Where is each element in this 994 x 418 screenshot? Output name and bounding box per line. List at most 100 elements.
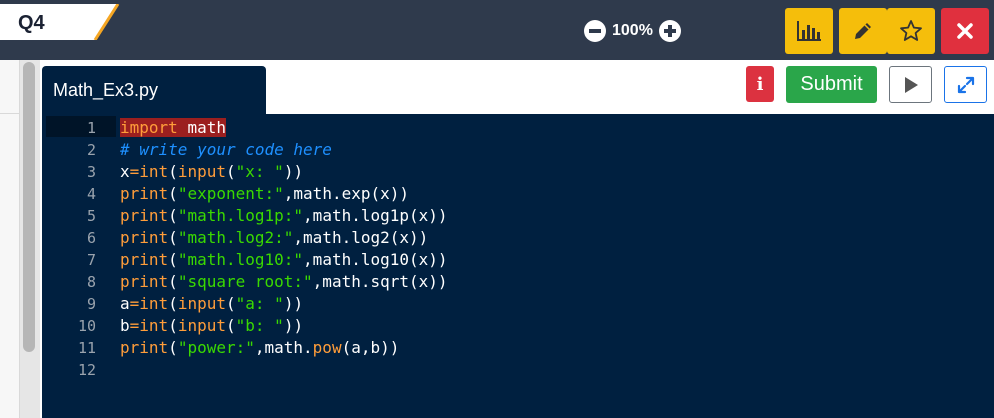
code-line[interactable]: print("math.log1p:",math.log1p(x)): [120, 205, 448, 227]
bar-chart-icon: [797, 21, 821, 41]
code-token: "math.log1p:": [177, 206, 304, 225]
minus-icon: [589, 29, 601, 33]
line-number: 6: [86, 229, 96, 247]
code-token: =: [129, 294, 140, 313]
pencil-icon: [855, 23, 871, 39]
code-token: input: [177, 162, 226, 181]
code-token: (: [168, 250, 178, 269]
code-token: print: [120, 272, 169, 291]
line-number: 11: [77, 339, 96, 357]
code-token: ,math.log10(x)): [303, 250, 448, 269]
line-gutter: 1 2 3 4 5 6 7 8 9 10 11 12: [42, 114, 116, 418]
code-editor[interactable]: 1 2 3 4 5 6 7 8 9 10 11 12 import math # write your …: [42, 114, 994, 418]
file-name: Math_Ex3.py: [53, 80, 159, 100]
code-line[interactable]: print("exponent:",math.exp(x)): [120, 183, 448, 205]
code-line[interactable]: print("power:",math.pow(a,b)): [120, 337, 448, 359]
code-token: )): [283, 162, 304, 181]
code-token: print: [120, 184, 169, 203]
code-token: int: [139, 316, 169, 335]
scrollbar-thumb[interactable]: [23, 62, 35, 352]
code-token: x: [120, 162, 130, 181]
code-token: a: [120, 294, 130, 313]
code-token: pow: [312, 338, 342, 357]
code-line[interactable]: a=int(input("a: ")): [120, 293, 448, 315]
code-token: (: [168, 294, 178, 313]
submit-button[interactable]: Submit: [786, 66, 877, 103]
code-token: (: [226, 294, 236, 313]
plus-icon-v: [667, 25, 672, 37]
code-token: ,math.sqrt(x)): [312, 272, 448, 291]
zoom-in-button[interactable]: [658, 20, 681, 42]
stats-button[interactable]: [785, 8, 833, 54]
code-token: (: [168, 316, 178, 335]
code-line[interactable]: print("math.log10:",math.log10(x)): [120, 249, 448, 271]
zoom-level: 100%: [612, 22, 653, 39]
line-number: 9: [86, 295, 96, 313]
code-token: )): [283, 316, 304, 335]
code-token: ,math.log2(x)): [293, 228, 429, 247]
file-tab[interactable]: Math_Ex3.py: [42, 66, 266, 116]
code-token: =: [129, 162, 140, 181]
code-token: (: [168, 338, 178, 357]
code-token: int: [139, 294, 169, 313]
code-token: print: [120, 228, 169, 247]
zoom-control: 100%: [584, 18, 681, 44]
top-bar: Q4 100%: [0, 0, 994, 60]
code-token: "math.log2:": [177, 228, 294, 247]
code-token: (: [168, 272, 178, 291]
code-line[interactable]: print("square root:",math.sqrt(x)): [120, 271, 448, 293]
run-button[interactable]: [889, 66, 932, 103]
left-panel-item[interactable]: [0, 66, 20, 114]
code-token: "b: ": [235, 316, 284, 335]
code-token: )): [283, 294, 304, 313]
code-token: import: [120, 118, 178, 137]
code-line[interactable]: print("math.log2:",math.log2(x)): [120, 227, 448, 249]
left-panel: [0, 60, 20, 418]
code-line[interactable]: # write your code here: [120, 139, 448, 161]
line-number: 1: [86, 119, 96, 137]
star-icon: [900, 20, 922, 41]
info-button[interactable]: i: [746, 66, 774, 102]
edit-button[interactable]: [839, 8, 887, 54]
line-number: 2: [86, 141, 96, 159]
code-token: "square root:": [177, 272, 313, 291]
expand-icon: [957, 76, 974, 93]
line-number: 8: [86, 273, 96, 291]
line-numbers: 1 2 3 4 5 6 7 8 9 10 11 12: [42, 117, 96, 381]
code-token: b: [120, 316, 130, 335]
code-token: "a: ": [235, 294, 284, 313]
code-line[interactable]: [120, 359, 448, 381]
code-token: (: [168, 228, 178, 247]
code-content[interactable]: import math # write your code here x=int(i…: [120, 117, 448, 381]
favorite-button[interactable]: [887, 8, 935, 54]
code-token: "power:": [177, 338, 255, 357]
code-token: (: [168, 206, 178, 225]
code-line[interactable]: x=int(input("x: ")): [120, 161, 448, 183]
close-button[interactable]: [941, 8, 989, 54]
code-token: =: [129, 316, 140, 335]
code-token: input: [177, 316, 226, 335]
line-number: 12: [77, 361, 96, 379]
code-token: "exponent:": [177, 184, 284, 203]
code-token: (a,b)): [341, 338, 400, 357]
code-token: (: [168, 184, 178, 203]
expand-button[interactable]: [944, 66, 987, 103]
close-icon: [957, 23, 973, 39]
zoom-out-button[interactable]: [584, 20, 606, 42]
code-token: int: [139, 162, 169, 181]
code-line[interactable]: b=int(input("b: ")): [120, 315, 448, 337]
code-token: print: [120, 250, 169, 269]
question-tab[interactable]: Q4: [0, 4, 120, 40]
code-token: print: [120, 206, 169, 225]
code-token: (: [168, 162, 178, 181]
code-token: "math.log10:": [177, 250, 304, 269]
code-token: ,math.exp(x)): [283, 184, 410, 203]
code-token: [177, 118, 188, 137]
code-token: # write your code here: [120, 140, 332, 159]
line-number: 4: [86, 185, 96, 203]
code-token: math: [187, 118, 226, 137]
code-line[interactable]: import math: [120, 117, 448, 139]
code-token: (: [226, 316, 236, 335]
line-number: 5: [86, 207, 96, 225]
line-number: 7: [86, 251, 96, 269]
